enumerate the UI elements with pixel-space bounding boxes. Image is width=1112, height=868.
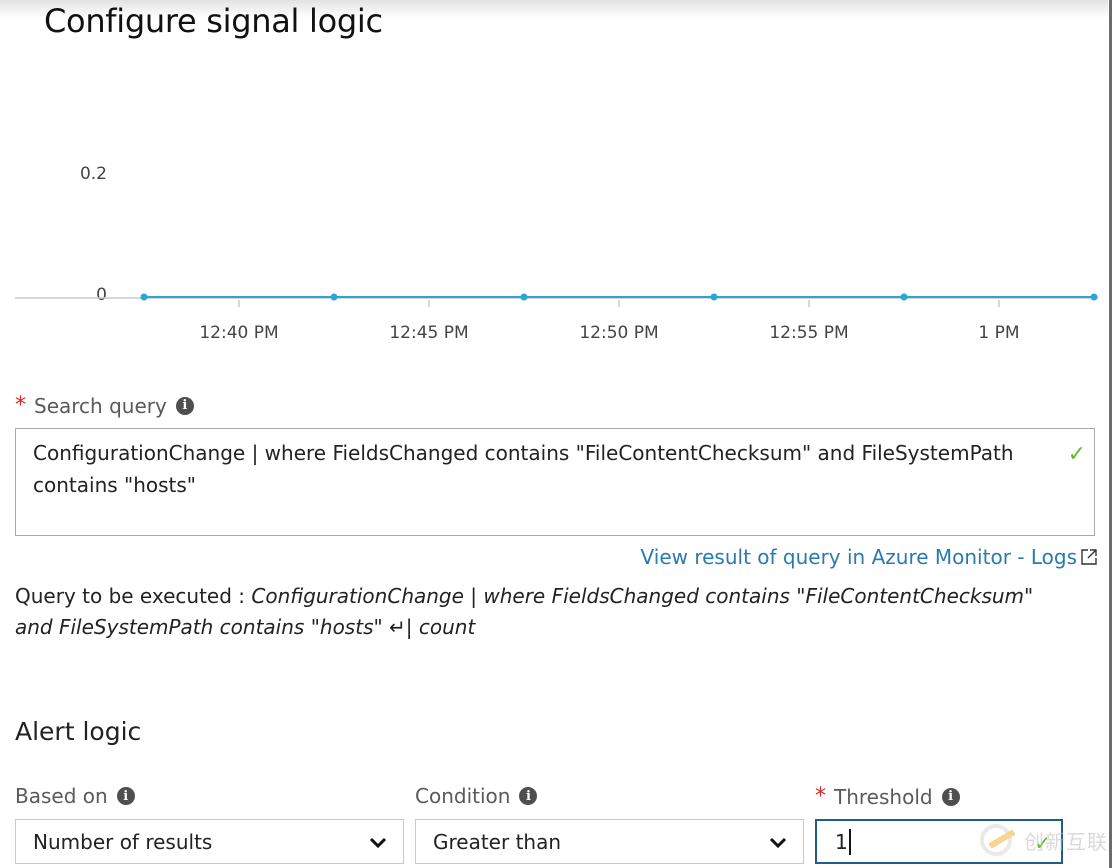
data-point bbox=[900, 293, 908, 301]
search-query-label: * Search query i bbox=[15, 393, 194, 418]
alert-logic-title: Alert logic bbox=[15, 717, 142, 746]
based-on-label: Based on i bbox=[15, 784, 135, 808]
check-icon: ✓ bbox=[1067, 442, 1086, 467]
based-on-value: Number of results bbox=[33, 829, 213, 854]
condition-label: Condition i bbox=[415, 784, 538, 808]
x-tick-label: 12:55 PM bbox=[769, 323, 848, 343]
data-point bbox=[710, 293, 718, 301]
data-point bbox=[140, 293, 148, 301]
y-tick-label: 0 bbox=[96, 285, 107, 305]
data-point bbox=[1090, 293, 1098, 301]
threshold-value: 1 bbox=[835, 829, 848, 854]
x-tick-label: 1 PM bbox=[978, 323, 1019, 343]
data-point bbox=[520, 293, 528, 301]
condition-label-text: Condition bbox=[415, 784, 511, 808]
info-icon[interactable]: i bbox=[116, 787, 135, 805]
chevron-down-icon bbox=[769, 837, 787, 848]
info-icon[interactable]: i bbox=[941, 787, 960, 806]
search-query-input[interactable]: ConfigurationChange | where FieldsChange… bbox=[15, 428, 1095, 536]
required-mark: * bbox=[815, 784, 826, 809]
based-on-label-text: Based on bbox=[15, 784, 108, 808]
required-mark: * bbox=[15, 393, 26, 418]
query-to-be-executed: Query to be executed : ConfigurationChan… bbox=[15, 581, 1075, 643]
results-chart: 0 0.2 12:40 PM 12:45 PM 12:50 PM 12:55 PM 1 P… bbox=[15, 164, 1098, 343]
external-link-icon bbox=[1081, 549, 1097, 565]
condition-dropdown[interactable]: Greater than bbox=[415, 819, 804, 864]
search-query-value: ConfigurationChange | where FieldsChange… bbox=[33, 441, 1014, 497]
x-tick-label: 12:40 PM bbox=[199, 323, 278, 343]
text-caret bbox=[848, 828, 851, 855]
threshold-input[interactable]: 1 ✓ bbox=[815, 819, 1063, 864]
info-icon[interactable]: i bbox=[519, 787, 538, 805]
info-icon[interactable]: i bbox=[175, 396, 194, 415]
check-icon: ✓ bbox=[1034, 831, 1051, 855]
threshold-label-text: Threshold bbox=[834, 784, 933, 809]
data-point bbox=[330, 293, 338, 301]
condition-value: Greater than bbox=[433, 829, 562, 854]
x-tick-label: 12:50 PM bbox=[579, 323, 658, 343]
page-title: Configure signal logic bbox=[44, 2, 383, 40]
view-in-azure-monitor-link[interactable]: View result of query in Azure Monitor - … bbox=[641, 545, 1098, 569]
x-tick-label: 12:45 PM bbox=[389, 323, 468, 343]
exec-prefix: Query to be executed : bbox=[15, 584, 252, 608]
threshold-label: * Threshold i bbox=[815, 784, 960, 809]
azure-link-text: View result of query in Azure Monitor - … bbox=[640, 545, 1077, 569]
y-tick-label: 0.2 bbox=[80, 164, 107, 184]
search-query-label-text: Search query bbox=[34, 393, 167, 418]
chevron-down-icon bbox=[369, 837, 387, 848]
based-on-dropdown[interactable]: Number of results bbox=[15, 819, 404, 864]
